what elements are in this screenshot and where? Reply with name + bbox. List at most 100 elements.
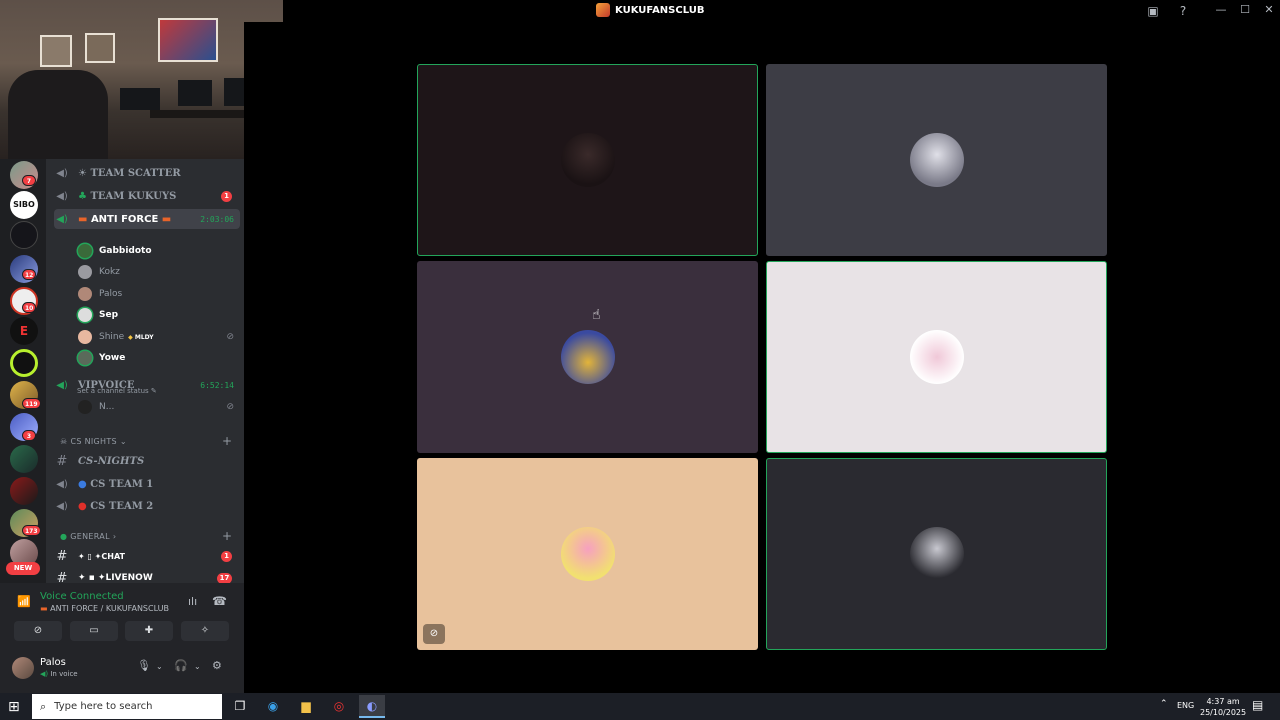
search-icon: ⌕ <box>40 699 47 713</box>
voice-channel-path[interactable]: ▬ ANTI FORCE / KUKUFANSCLUB <box>40 604 169 613</box>
voice-channel-path-text: ANTI FORCE / KUKUFANSCLUB <box>50 604 169 613</box>
voice-member[interactable]: Shine ◆ MLDY ⊘ <box>78 328 238 346</box>
discord-icon[interactable]: ◐ <box>359 695 385 718</box>
server-logo-icon <box>596 3 610 17</box>
member-name: Yowe <box>99 353 126 363</box>
close-icon[interactable]: ✕ <box>1261 2 1277 18</box>
monitor <box>120 88 160 110</box>
participant-avatar <box>909 527 964 581</box>
participant-tile[interactable] <box>766 64 1107 256</box>
avatar <box>78 287 92 301</box>
speaker-icon: ◀) <box>56 478 68 490</box>
voice-member[interactable]: Yowe <box>78 349 238 367</box>
hash-icon: # <box>56 570 68 584</box>
member-tag: ◆ MLDY <box>128 333 154 341</box>
voice-member[interactable]: N... ⊘ <box>78 398 238 416</box>
voice-member[interactable]: Kokz <box>78 263 238 281</box>
server-badge: 10 <box>22 302 37 313</box>
category-general[interactable]: ● GENERAL › <box>60 532 116 541</box>
voice-member[interactable]: Sep <box>78 306 238 324</box>
voice-stage: ⊘ <box>244 22 1280 693</box>
speaker-icon: ◀) <box>56 379 68 391</box>
signal-icon[interactable]: 📶 <box>17 595 31 608</box>
soundboard-button[interactable]: ✧ <box>181 621 229 641</box>
unread-badge: 17 <box>217 572 232 583</box>
server-icon[interactable] <box>10 221 38 249</box>
text-channel-livenow[interactable]: # ✦ ▪ ✦LIVENOW 17 <box>54 568 240 583</box>
hash-icon: # <box>56 453 68 469</box>
voice-channel-team-scatter[interactable]: ◀) ☀ TEAM SCATTER <box>54 163 240 183</box>
microphone-icon[interactable]: 🎙 <box>137 659 151 672</box>
skull-icon: ☠ <box>60 437 68 446</box>
voice-channel-team-kukuys[interactable]: ◀) ♣ TEAM KUKUYS 1 <box>54 186 240 206</box>
minimize-icon[interactable]: — <box>1213 2 1229 18</box>
voice-channel-anti-force[interactable]: ◀) ▬ ANTI FORCE ▬ 2:03:06 <box>54 209 240 229</box>
server-icon[interactable] <box>10 445 38 473</box>
add-channel-icon[interactable]: + <box>222 529 232 543</box>
voice-status[interactable]: Voice Connected <box>40 591 124 602</box>
voice-channel-cs-team-1[interactable]: ◀) ● CS TEAM 1 <box>54 474 240 494</box>
user-name[interactable]: Palos <box>40 657 66 668</box>
wall-frame <box>40 35 72 67</box>
text-channel-cs-nights[interactable]: # CS-NIGHTS <box>54 451 240 471</box>
server-icon[interactable] <box>10 477 38 505</box>
user-avatar[interactable] <box>12 657 34 679</box>
app-icon[interactable]: ◎ <box>326 695 352 718</box>
clock[interactable]: 4:37 am 25/10/2025 <box>1200 696 1246 718</box>
server-icon-sibo[interactable]: SIBO <box>10 191 38 219</box>
chevron-down-icon[interactable]: ⌄ <box>194 662 201 671</box>
notification-icon[interactable]: ▤ <box>1252 698 1263 712</box>
participant-tile[interactable] <box>766 261 1107 453</box>
chevron-right-icon: › <box>112 532 117 541</box>
participant-tile[interactable]: ⊘ <box>417 458 758 650</box>
disconnect-icon[interactable]: ☎ <box>212 594 227 608</box>
participant-avatar <box>909 330 964 384</box>
chevron-down-icon[interactable]: ⌄ <box>156 662 163 671</box>
member-name: Kokz <box>99 267 120 277</box>
participant-tile[interactable] <box>417 64 758 256</box>
text-channel-chat[interactable]: # ✦ ▯ ✦CHAT 1 <box>54 546 240 566</box>
task-view-icon[interactable]: ❐ <box>227 695 253 718</box>
monitor <box>178 80 212 106</box>
avatar <box>78 308 92 322</box>
avatar <box>78 351 92 365</box>
participant-avatar <box>560 133 615 187</box>
maximize-icon[interactable]: ☐ <box>1237 2 1253 18</box>
user-status-text: In voice <box>50 670 78 678</box>
channel-label: TEAM KUKUYS <box>90 190 177 202</box>
participant-tile[interactable] <box>766 458 1107 650</box>
screen-share-icon[interactable]: ▣ <box>1145 3 1161 19</box>
server-icon-e[interactable]: E <box>10 317 38 345</box>
member-name: Palos <box>99 289 123 299</box>
wall-frame <box>85 33 115 63</box>
edge-browser-icon[interactable]: ◉ <box>260 695 286 718</box>
windows-start-icon[interactable]: ⊞ <box>8 699 20 715</box>
headphones-icon[interactable]: 🎧 <box>174 659 188 672</box>
settings-gear-icon[interactable]: ⚙ <box>212 659 222 672</box>
channel-list: ◀) ☀ TEAM SCATTER ◀) ♣ TEAM KUKUYS 1 ◀) … <box>46 159 244 583</box>
help-icon[interactable]: ? <box>1175 3 1191 19</box>
unread-badge: 1 <box>221 190 232 202</box>
share-screen-button[interactable]: ▭ <box>70 621 118 641</box>
windows-taskbar: ⊞ ⌕ Type here to search ❐ ◉ ▆ ◎ ◐ ⌃ ENG … <box>0 693 1280 720</box>
voice-member[interactable]: Gabbidoto <box>78 242 238 260</box>
speaker-icon: ◀) <box>56 213 68 225</box>
server-icon[interactable] <box>10 349 38 377</box>
category-cs-nights[interactable]: ☠ CS NIGHTS ⌄ <box>60 437 127 446</box>
add-channel-icon[interactable]: + <box>222 434 232 448</box>
activities-button[interactable]: ✚ <box>125 621 173 641</box>
participant-tile[interactable] <box>417 261 758 453</box>
language-indicator[interactable]: ENG <box>1177 701 1194 710</box>
tray-expand-icon[interactable]: ⌃ <box>1160 699 1168 709</box>
taskbar-search[interactable]: ⌕ Type here to search <box>32 694 222 719</box>
channel-name: ♣ TEAM KUKUYS <box>78 190 177 202</box>
speaker-icon: ◀) <box>56 500 68 512</box>
channel-timer: 2:03:06 <box>200 214 234 224</box>
noise-suppression-icon[interactable]: ılı <box>188 595 197 608</box>
voice-channel-cs-team-2[interactable]: ◀) ● CS TEAM 2 <box>54 496 240 516</box>
voice-channel-vipvoice[interactable]: ◀) VIPVOICE 6:52:14 <box>54 375 240 395</box>
voice-member[interactable]: Palos <box>78 285 238 303</box>
file-explorer-icon[interactable]: ▆ <box>293 695 319 718</box>
camera-off-button[interactable]: ⊘ <box>14 621 62 641</box>
server-badge: 12 <box>22 269 37 280</box>
